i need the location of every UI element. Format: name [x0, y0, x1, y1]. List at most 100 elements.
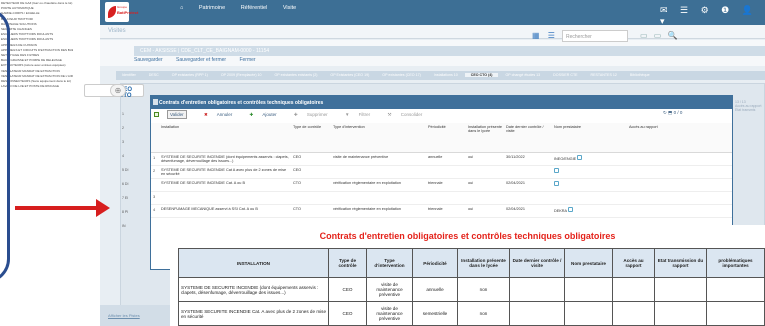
report-cell	[706, 301, 765, 326]
add-button[interactable]: ✚ Ajouter	[250, 112, 285, 117]
consolidate-button[interactable]: ⚒ Consolider	[387, 112, 430, 117]
save-button[interactable]: Sauvegarder	[134, 57, 163, 63]
cell-installation[interactable]: SYSTEME DE SECURITE INCENDIE (dont équip…	[159, 152, 291, 166]
cell-date[interactable]: 30/11/2022	[504, 152, 552, 166]
cell-presente[interactable]	[466, 165, 504, 179]
close-button[interactable]: Fermer	[239, 57, 255, 63]
tab[interactable]: OP Existantes (CEO 19)	[324, 73, 375, 77]
cell-rapport[interactable]	[627, 165, 732, 179]
cell-installation[interactable]: DESENFUMAGE MECANIQUE asservi à SSI Cat.…	[159, 204, 291, 218]
search-tools-icon[interactable]: ▭ ▭ 🔍	[640, 31, 680, 40]
column-header[interactable]: Installation présente dans le lycée	[466, 123, 504, 153]
cell-prestataire[interactable]: DEKRA	[552, 204, 627, 218]
cell-intervention[interactable]: visite de maintenance préventive	[331, 152, 426, 166]
export-icon[interactable]: ⬒	[668, 110, 672, 115]
cancel-button[interactable]: ✖ Annuler	[204, 112, 240, 117]
list-item[interactable]: EXTRACTEURS (toiture avec entrées équipé…	[1, 63, 73, 68]
cell-intervention[interactable]: vérification réglementaire en exploitati…	[331, 178, 426, 192]
edit-icon[interactable]	[567, 206, 573, 212]
nav-item[interactable]: Visite	[283, 5, 296, 11]
column-header[interactable]: Périodicité	[426, 123, 466, 153]
report-cell	[564, 277, 613, 302]
cell-periodicite[interactable]: triennale	[426, 204, 466, 218]
cell-periodicite[interactable]: annuelle	[426, 152, 466, 166]
nav-item[interactable]: Patrimoine	[199, 5, 225, 11]
report-column-header: Type de contrôle	[328, 248, 367, 278]
cell-installation[interactable]: SYSTEME DE SECURITE INCENDIE Cat A avec …	[159, 165, 291, 179]
tab[interactable]: Identifier	[116, 73, 142, 77]
cell-type[interactable]: CTO	[291, 178, 331, 192]
cell-type[interactable]: CEO	[291, 165, 331, 179]
table-row[interactable]: 2 SYSTEME DE SECURITE INCENDIE Cat A ave…	[151, 165, 732, 179]
tab[interactable]: OP existantes (RPP 1)	[166, 73, 214, 77]
column-header[interactable]: Type d'intervention	[331, 123, 426, 153]
column-header[interactable]: Date dernier contrôle / visite	[504, 123, 552, 153]
column-header[interactable]: Nom prestataire	[552, 123, 627, 153]
cell-presente[interactable]	[466, 191, 504, 205]
column-header[interactable]: Type de contrôle	[291, 123, 331, 153]
delete-button[interactable]: ✚ Supprimer	[294, 112, 336, 117]
edit-icon[interactable]	[554, 167, 559, 173]
cell-intervention[interactable]: vérification réglementaire en exploitati…	[331, 204, 426, 218]
cell-presente[interactable]: oui	[466, 204, 504, 218]
cell-rapport[interactable]	[627, 178, 732, 192]
tab[interactable]: OP existantes (CEO 17)	[376, 73, 426, 77]
tab[interactable]: Installations 10	[428, 73, 464, 77]
cell-type[interactable]: CTO	[291, 204, 331, 218]
table-row[interactable]: 1 SYSTEME DE SECURITE INCENDIE (dont équ…	[151, 152, 732, 166]
cell-date[interactable]	[504, 191, 552, 205]
refresh-icon[interactable]: ↻	[663, 110, 667, 115]
nav-item[interactable]: Référentiel	[241, 5, 268, 11]
cell-presente[interactable]: oui	[466, 152, 504, 166]
cell-periodicite[interactable]	[426, 165, 466, 179]
cell-type[interactable]: CEO	[291, 152, 331, 166]
cell-presente[interactable]: oui	[466, 178, 504, 192]
report-cell	[612, 301, 655, 326]
cell-type[interactable]	[291, 191, 331, 205]
column-label: Etat transmis	[735, 108, 756, 112]
tab[interactable]: DESC	[143, 73, 165, 77]
cell-date[interactable]	[504, 165, 552, 179]
cell-periodicite[interactable]	[426, 191, 466, 205]
tab[interactable]: Bibliothèque	[624, 73, 656, 77]
list-item[interactable]: LAVABO DE LVE ET POSTE DE RINCAGE	[1, 84, 73, 89]
cell-periodicite[interactable]: triennale	[426, 178, 466, 192]
cell-intervention[interactable]	[331, 165, 426, 179]
cell-date[interactable]: 02/04/2021	[504, 178, 552, 192]
show-link[interactable]: Afficher les Pistes	[108, 313, 140, 318]
search-input[interactable]: Rechercher	[562, 30, 628, 42]
cell-installation[interactable]: SYSTEME DE SECURITE INCENDIE Cat. A ou B	[159, 178, 291, 192]
column-header[interactable]: Installation	[159, 123, 291, 153]
table-row[interactable]: SYSTEME DE SECURITE INCENDIE Cat. A ou B…	[151, 178, 732, 192]
column-header[interactable]: Accès au rapport	[627, 123, 732, 153]
filter-button[interactable]: ▼ Filtrer	[345, 112, 378, 117]
logo-small-text: Groupe	[117, 5, 128, 9]
installation-list: DETECTEUR DE GAZ (Gaz ou chaudière dans …	[1, 1, 73, 89]
cell-rapport[interactable]	[627, 152, 732, 166]
tab[interactable]: OP 2009 (Remplacée) 10	[215, 73, 268, 77]
cell-rapport[interactable]	[627, 204, 732, 218]
table-row[interactable]: 3	[151, 191, 732, 205]
pager[interactable]: ↻ ⬒ 0 / 0	[663, 110, 682, 116]
cell-installation[interactable]	[159, 191, 291, 205]
tab[interactable]: OP changé études 13	[499, 73, 546, 77]
cell-date[interactable]: 02/04/2021	[504, 204, 552, 218]
cell-prestataire[interactable]	[552, 178, 627, 192]
tab[interactable]: OP existantes existants (2)	[269, 73, 324, 77]
filter-clear-icon[interactable]: ⊕	[110, 84, 126, 97]
tab[interactable]: RESTANTES 12	[585, 73, 623, 77]
tab-active[interactable]: CEO CTO (4)	[464, 73, 499, 77]
edit-icon[interactable]	[577, 154, 583, 160]
cell-prestataire[interactable]	[552, 191, 627, 205]
save-close-button[interactable]: Sauvegarder et fermer	[176, 57, 226, 63]
edit-icon[interactable]	[554, 180, 559, 186]
cell-rapport[interactable]	[627, 191, 732, 205]
table-row[interactable]: 4 DESENFUMAGE MECANIQUE asservi à SSI Ca…	[151, 204, 732, 218]
validate-button[interactable]: Valider	[154, 110, 195, 119]
cell-intervention[interactable]	[331, 191, 426, 205]
home-icon[interactable]: ⌂	[180, 5, 183, 11]
cell-prestataire[interactable]	[552, 165, 627, 179]
tab[interactable]: DOSSIER CTE	[547, 73, 583, 77]
cell-prestataire[interactable]: INEO/ENGIE	[552, 152, 627, 166]
top-right-icons[interactable]: ✉ ☰ ⚙ ❶ 👤 ▾	[660, 5, 765, 27]
